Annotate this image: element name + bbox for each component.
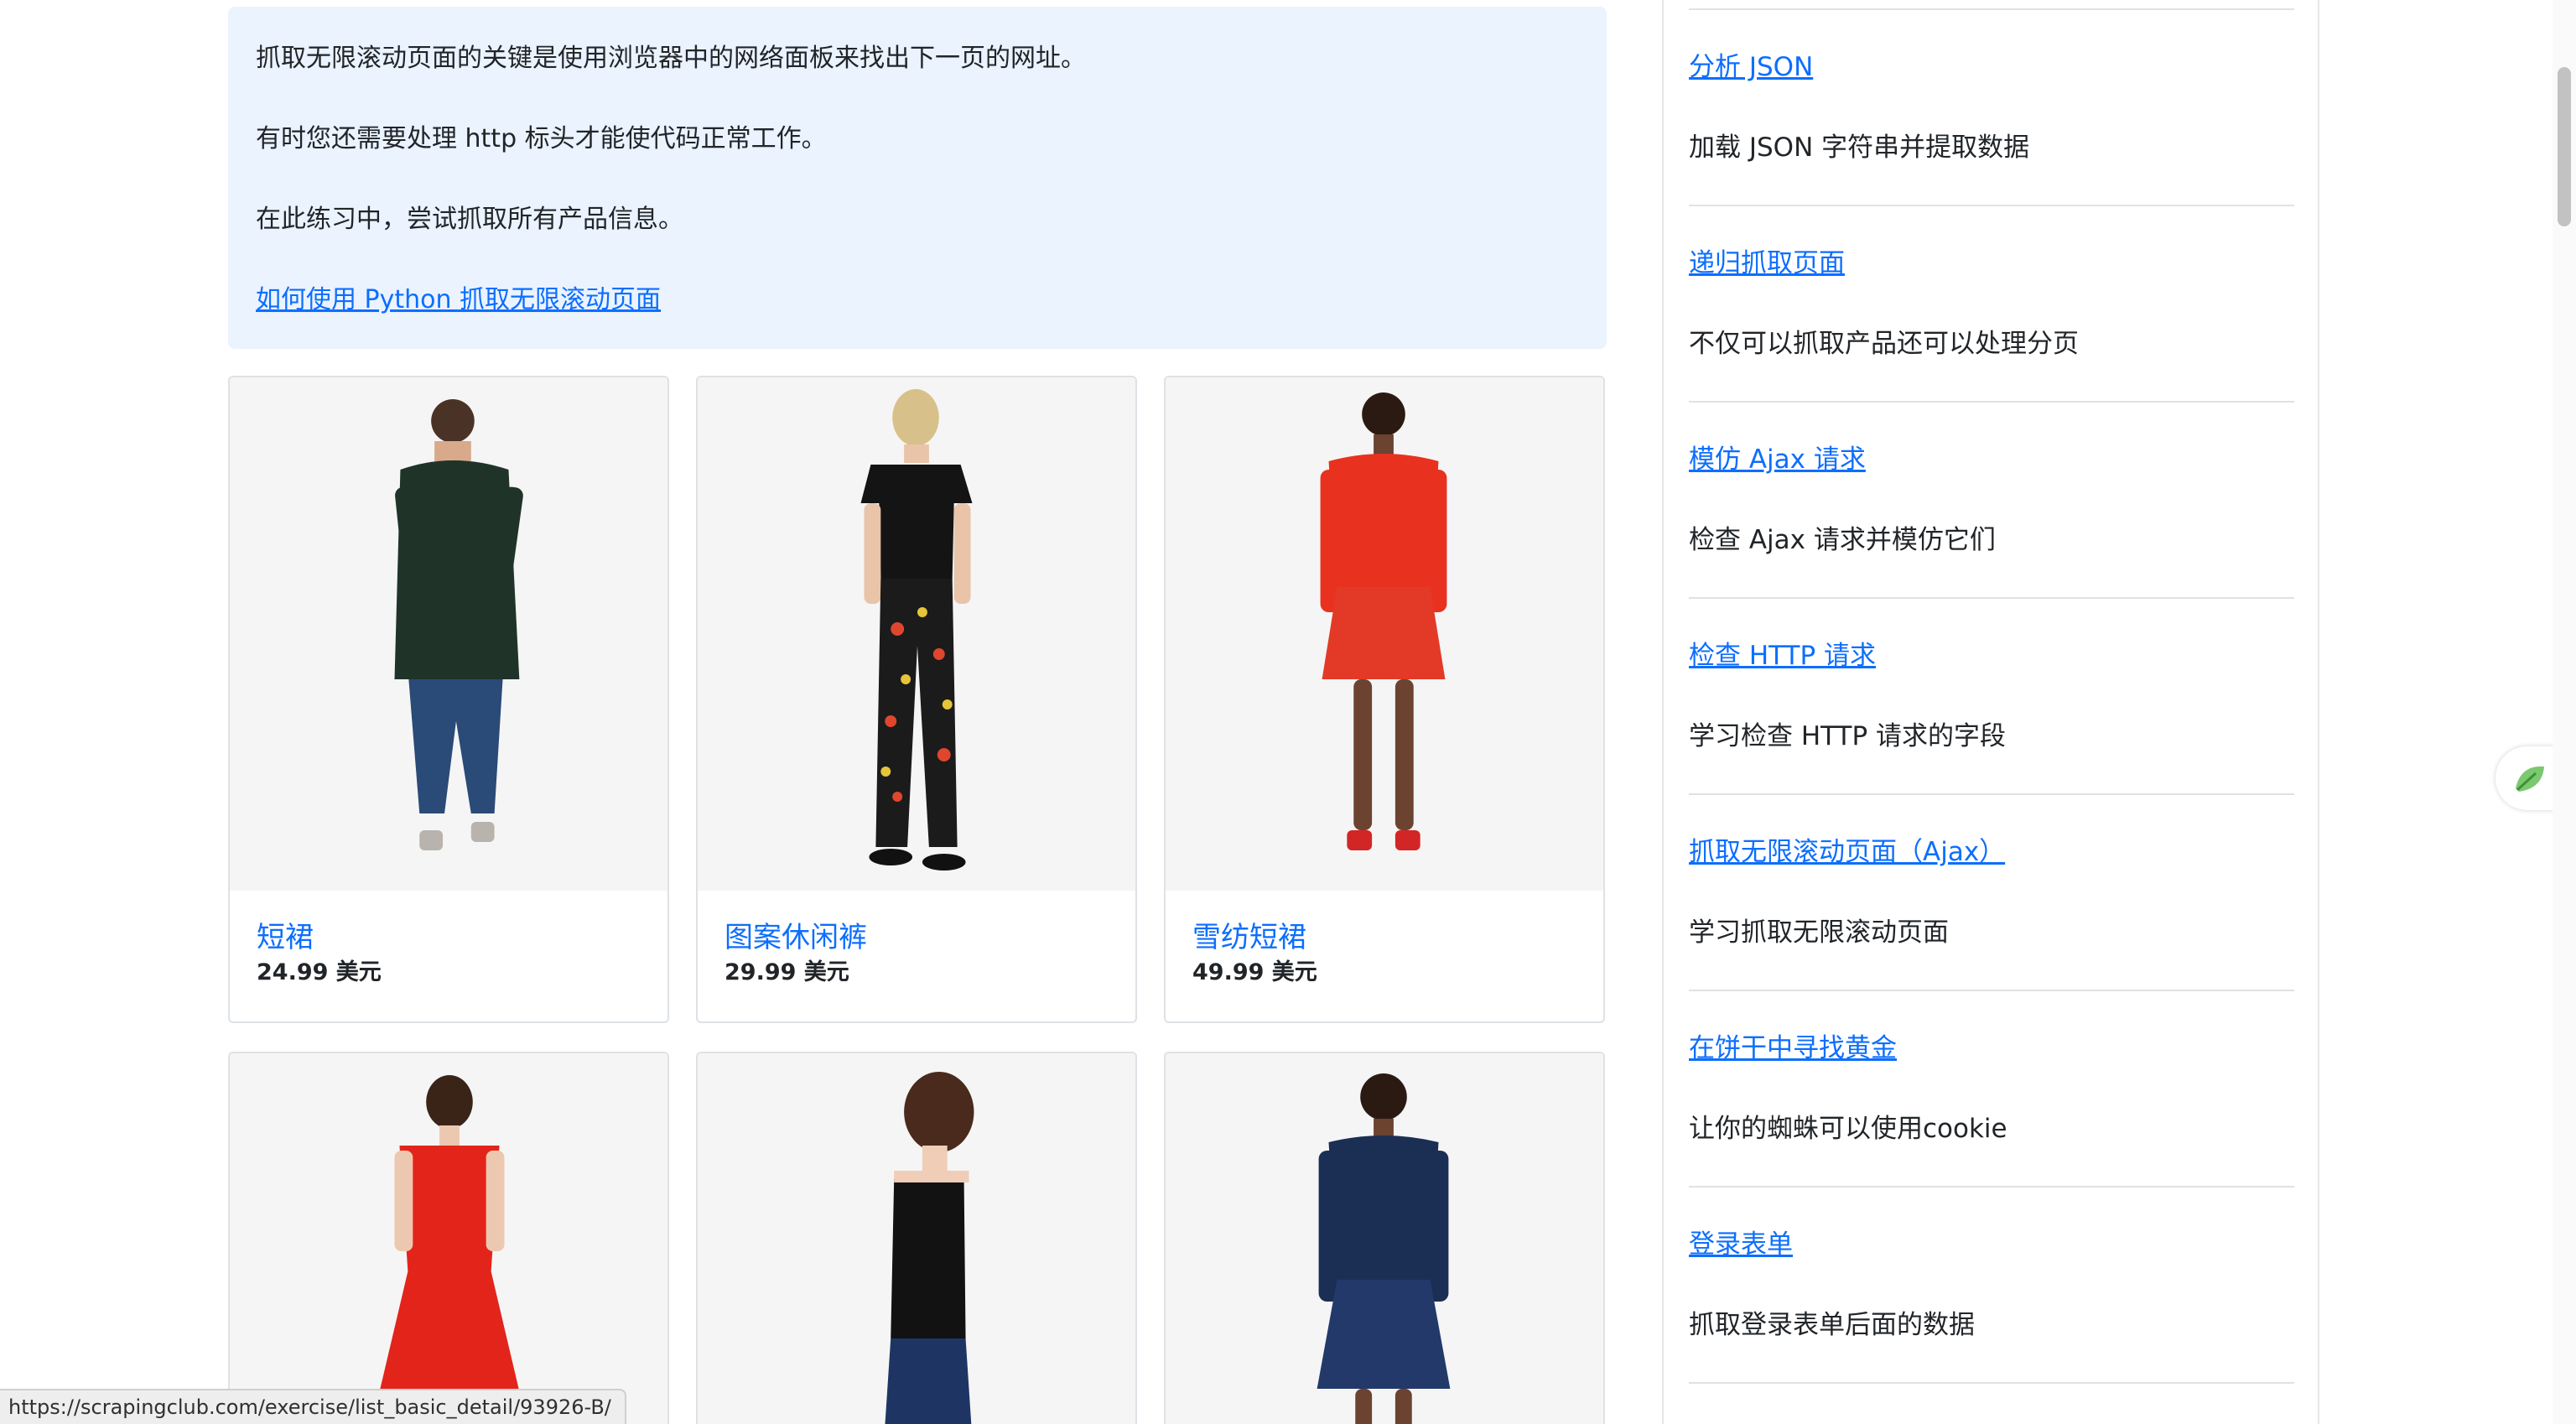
product-price: 29.99 美元: [724, 959, 849, 985]
sidebar-divider: [1689, 793, 2294, 795]
sidebar-divider: [1689, 205, 2294, 206]
page: 抓取无限滚动页面的关键是使用浏览器中的网络面板来找出下一页的网址。 有时您还需要…: [0, 0, 2576, 1424]
sidebar-item-desc: 学习检查 HTTP 请求的字段: [1689, 721, 2007, 751]
sidebar-item-inspect-http[interactable]: 检查 HTTP 请求: [1689, 639, 1876, 673]
tutorial-link[interactable]: 如何使用 Python 抓取无限滚动页面: [256, 283, 661, 317]
product-image[interactable]: [230, 377, 667, 891]
product-price: 49.99 美元: [1192, 959, 1317, 985]
exercise-info-box: 抓取无限滚动页面的关键是使用浏览器中的网络面板来找出下一页的网址。 有时您还需要…: [228, 7, 1607, 349]
product-name[interactable]: 雪纺短裙: [1192, 919, 1306, 956]
sidebar-left-border: [1662, 0, 1664, 1424]
sidebar-item-desc: 检查 Ajax 请求并模仿它们: [1689, 525, 1996, 555]
info-text-3: 在此练习中，尝试抓取所有产品信息。: [256, 205, 683, 234]
product-price: 24.99 美元: [257, 959, 382, 985]
product-name[interactable]: 短裙: [257, 919, 314, 956]
product-card[interactable]: 短裙 24.99 美元: [228, 376, 669, 1023]
sidebar-item-cookies[interactable]: 在饼干中寻找黄金: [1689, 1032, 1897, 1065]
sidebar-divider: [1689, 990, 2294, 991]
product-image[interactable]: [1166, 377, 1603, 891]
product-card[interactable]: [696, 1052, 1137, 1424]
sidebar-item-desc: 不仅可以抓取产品还可以处理分页: [1689, 329, 2079, 359]
sidebar-item-recursive-crawl[interactable]: 递归抓取页面: [1689, 247, 1845, 280]
sidebar-item-login-form[interactable]: 登录表单: [1689, 1228, 1793, 1261]
sidebar-divider: [1689, 597, 2294, 599]
scrollbar-thumb[interactable]: [2558, 67, 2571, 226]
info-text-2: 有时您还需要处理 http 标头才能使代码正常工作。: [256, 124, 827, 153]
info-text-1: 抓取无限滚动页面的关键是使用浏览器中的网络面板来找出下一页的网址。: [256, 44, 1086, 73]
product-card[interactable]: [1164, 1052, 1605, 1424]
sidebar-item-desc: 抓取登录表单后面的数据: [1689, 1310, 1975, 1340]
sidebar-item-mimic-ajax[interactable]: 模仿 Ajax 请求: [1689, 443, 1866, 476]
sidebar-item-desc: 学习抓取无限滚动页面: [1689, 917, 1949, 948]
sidebar-divider: [1689, 401, 2294, 403]
sidebar-item-infinite-scroll[interactable]: 抓取无限滚动页面（Ajax）: [1689, 835, 2005, 869]
sidebar-divider: [1689, 1186, 2294, 1188]
sidebar-divider: [1689, 8, 2294, 10]
product-image[interactable]: [698, 1053, 1135, 1424]
status-bar-url: https://scrapingclub.com/exercise/list_b…: [0, 1389, 626, 1424]
sidebar-divider: [1689, 1382, 2294, 1384]
product-image[interactable]: [230, 1053, 667, 1424]
product-card[interactable]: 图案休闲裤 29.99 美元: [696, 376, 1137, 1023]
product-image[interactable]: [698, 377, 1135, 891]
product-card[interactable]: [228, 1052, 669, 1424]
product-image[interactable]: [1166, 1053, 1603, 1424]
product-card[interactable]: 雪纺短裙 49.99 美元: [1164, 376, 1605, 1023]
sidebar-item-desc: 加载 JSON 字符串并提取数据: [1689, 133, 2030, 163]
sidebar-right-border: [2318, 0, 2319, 1424]
product-name[interactable]: 图案休闲裤: [724, 919, 867, 956]
sidebar-item-desc: 让你的蜘蛛可以使用cookie: [1689, 1114, 2007, 1144]
sidebar-item-analyze-json[interactable]: 分析 JSON: [1689, 50, 1813, 84]
